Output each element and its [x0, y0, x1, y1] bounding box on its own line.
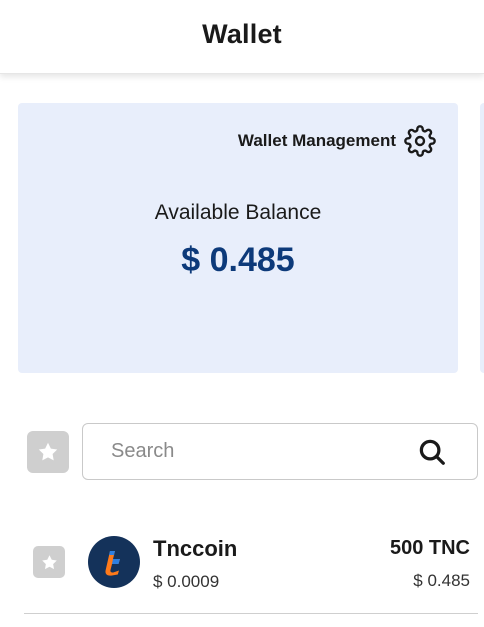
coin-name: Tnccoin [153, 536, 238, 561]
balance-card: Wallet Management Available Balance $ 0.… [18, 103, 458, 373]
star-icon [41, 554, 57, 569]
coin-price: $ 0.0009 [153, 572, 220, 591]
search-input[interactable] [83, 424, 417, 479]
next-card-peek[interactable] [480, 103, 484, 373]
wallet-management-label: Wallet Management [237, 131, 396, 150]
favorites-filter-button[interactable] [27, 431, 69, 473]
available-balance-value: $ 0.485 [181, 241, 295, 279]
coin-value: $ 0.485 [413, 571, 470, 590]
wallet-management-button[interactable]: Wallet Management [238, 125, 436, 157]
available-balance-label: Available Balance [154, 201, 322, 224]
coin-amount: 500 TNC [389, 537, 470, 559]
search-box [82, 423, 478, 480]
tnccoin-mark-icon [105, 551, 120, 576]
star-icon [38, 442, 58, 461]
page-title: Wallet [202, 19, 282, 49]
coin-favorite-button[interactable] [33, 546, 65, 578]
gear-icon[interactable] [404, 125, 436, 157]
search-icon[interactable] [417, 437, 447, 467]
app-header: Wallet [0, 0, 484, 74]
tnccoin-logo-icon [88, 536, 140, 588]
coin-row[interactable]: Tnccoin $ 0.0009 500 TNC $ 0.485 [24, 520, 478, 614]
